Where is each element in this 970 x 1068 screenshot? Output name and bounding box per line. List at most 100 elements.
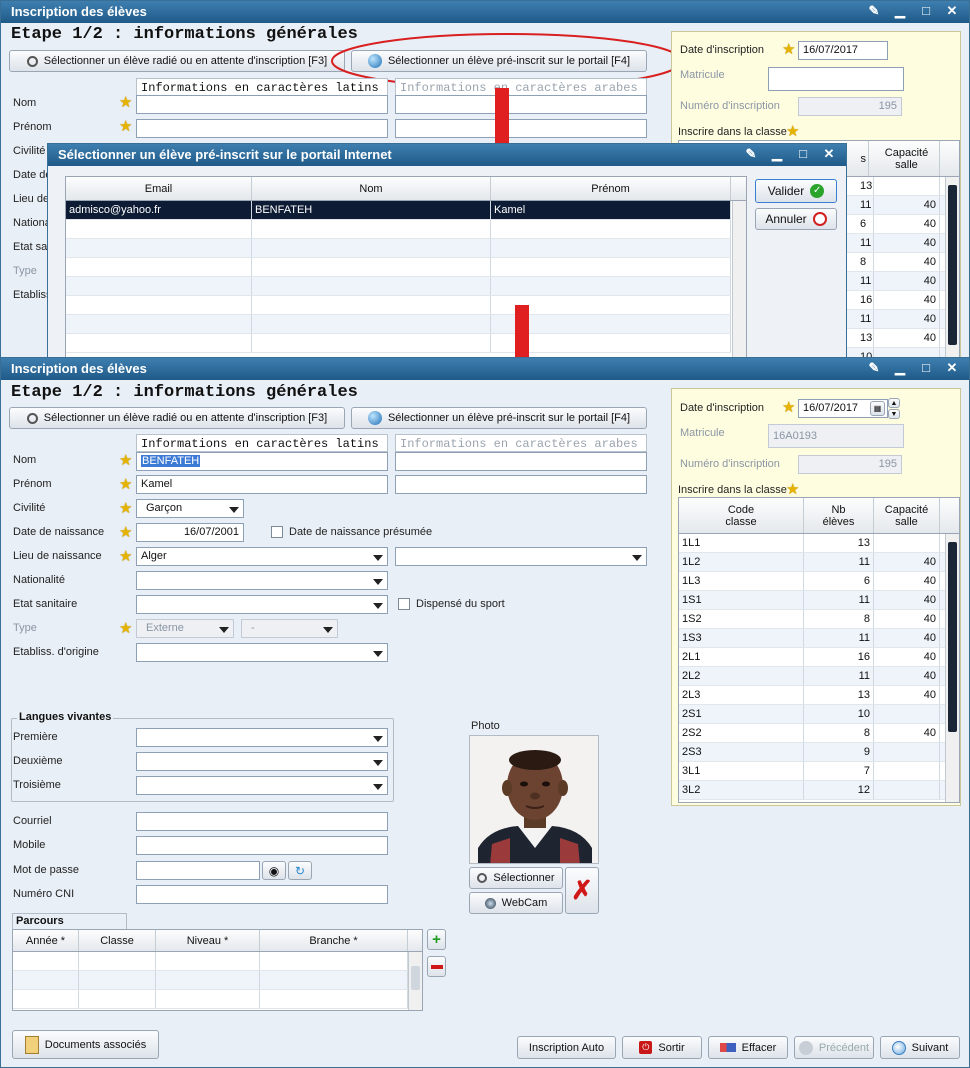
required-star-icon: ★	[119, 524, 133, 541]
date-inscription-input-top[interactable]: 16/07/2017	[798, 41, 888, 60]
date-naissance-input[interactable]: 16/07/2001	[136, 523, 244, 542]
classes-scrollbar[interactable]	[945, 534, 959, 802]
premiere-select[interactable]	[136, 728, 388, 747]
class-row[interactable]: 3L2 12	[679, 781, 947, 800]
col-annee[interactable]: Année *	[13, 930, 79, 951]
broom-icon[interactable]: ✎	[863, 359, 885, 377]
deuxieme-select[interactable]	[136, 752, 388, 771]
class-row[interactable]: 2L2 11 40	[679, 667, 947, 686]
parcours-scrollbar[interactable]	[408, 952, 422, 1010]
civilite-label: Civilité	[13, 502, 46, 514]
etabliss-select[interactable]	[136, 643, 388, 662]
preinscrit-grid[interactable]: Email Nom Prénom admisco@yahoo.fr BENFAT…	[65, 176, 747, 359]
select-photo-button[interactable]: Sélectionner	[469, 867, 563, 889]
dialog-scrollbar[interactable]	[732, 201, 746, 358]
col-niveau[interactable]: Niveau *	[156, 930, 260, 951]
class-row[interactable]: 1S3 11 40	[679, 629, 947, 648]
class-row[interactable]: 3L1 7	[679, 762, 947, 781]
student-photo	[469, 735, 599, 864]
parcours-grid[interactable]: Année * Classe Niveau * Branche *	[12, 929, 423, 1011]
class-row[interactable]: 2L3 13 40	[679, 686, 947, 705]
inscription-auto-button[interactable]: Inscription Auto	[517, 1036, 616, 1059]
minimize-icon[interactable]: ▁	[766, 145, 788, 163]
nationalite-select[interactable]	[136, 571, 388, 590]
prenom-input[interactable]: Kamel	[136, 475, 388, 494]
nom-input-top[interactable]	[136, 95, 388, 114]
effacer-button[interactable]: Effacer	[708, 1036, 788, 1059]
maximize-icon[interactable]: □	[792, 145, 814, 163]
close-icon[interactable]: ✕	[941, 2, 963, 20]
classes-scrollbar-top[interactable]	[945, 177, 959, 359]
nom-input[interactable]: BENFATEH	[136, 452, 388, 471]
date-presumee-checkbox[interactable]	[271, 526, 283, 538]
col-nb-eleves[interactable]: Nb élèves	[804, 498, 874, 533]
documents-button[interactable]: Documents associés	[12, 1030, 159, 1059]
calendar-button[interactable]: ▦	[870, 401, 885, 416]
class-row[interactable]: 1S2 8 40	[679, 610, 947, 629]
maximize-icon[interactable]: □	[915, 2, 937, 20]
lieu-naissance-select[interactable]: Alger	[136, 547, 388, 566]
prenom-arabic-input[interactable]	[395, 475, 647, 494]
class-row[interactable]: 2S3 9	[679, 743, 947, 762]
col-branche[interactable]: Branche *	[260, 930, 408, 951]
col-nom[interactable]: Nom	[252, 177, 491, 200]
cni-label: Numéro CNI	[13, 888, 75, 900]
class-row[interactable]: 2S2 8 40	[679, 724, 947, 743]
parcours-row[interactable]	[13, 990, 408, 1009]
annuler-button[interactable]: Annuler	[755, 208, 837, 230]
close-icon[interactable]: ✕	[941, 359, 963, 377]
select-radie-button[interactable]: Sélectionner un élève radié ou en attent…	[9, 407, 345, 429]
cni-input[interactable]	[136, 885, 388, 904]
class-row[interactable]: 1L3 6 40	[679, 572, 947, 591]
minimize-icon[interactable]: ▁	[889, 2, 911, 20]
mot-de-passe-input[interactable]	[136, 861, 260, 880]
class-row[interactable]: 2L1 16 40	[679, 648, 947, 667]
date-spinner-up[interactable]: ▲	[888, 398, 900, 408]
suivant-button[interactable]: Suivant	[880, 1036, 960, 1059]
col-capacite-salle[interactable]: Capacité salle	[874, 498, 940, 533]
maximize-icon[interactable]: □	[915, 359, 937, 377]
classes-grid[interactable]: Code classe Nb élèves Capacité salle 1L1…	[678, 497, 960, 803]
prenom-arabic-input-top[interactable]	[395, 119, 647, 138]
sortir-button[interactable]: ⏻ Sortir	[622, 1036, 702, 1059]
col-code-classe[interactable]: Code classe	[679, 498, 804, 533]
nom-arabic-input[interactable]	[395, 452, 647, 471]
dispense-checkbox[interactable]	[398, 598, 410, 610]
class-row[interactable]: 1S1 11 40	[679, 591, 947, 610]
broom-icon[interactable]: ✎	[863, 2, 885, 20]
select-preinscrit-button[interactable]: Sélectionner un élève pré-inscrit sur le…	[351, 407, 647, 429]
required-star-icon: ★	[786, 481, 800, 498]
mobile-input[interactable]	[136, 836, 388, 855]
delete-photo-button[interactable]: ✗	[565, 867, 599, 914]
select-radie-button[interactable]: Sélectionner un élève radié ou en attent…	[9, 50, 345, 72]
class-row[interactable]: 1L1 13	[679, 534, 947, 553]
webcam-button[interactable]: WebCam	[469, 892, 563, 914]
parcours-row[interactable]	[13, 971, 408, 990]
broom-icon[interactable]: ✎	[740, 145, 762, 163]
date-spinner-down[interactable]: ▼	[888, 409, 900, 419]
generate-password-button[interactable]: ↻	[288, 861, 312, 880]
lieu-naissance-arabic-select[interactable]	[395, 547, 647, 566]
nom-arabic-input-top[interactable]	[395, 95, 647, 114]
troisieme-select[interactable]	[136, 776, 388, 795]
parcours-row[interactable]	[13, 952, 408, 971]
valider-button[interactable]: Valider ✓	[755, 179, 837, 203]
minimize-icon[interactable]: ▁	[889, 359, 911, 377]
remove-parcours-button[interactable]	[427, 956, 446, 977]
class-nb: 10	[804, 705, 874, 723]
prenom-input-top[interactable]	[136, 119, 388, 138]
show-password-button[interactable]: ◉	[262, 861, 286, 880]
close-icon[interactable]: ✕	[818, 145, 840, 163]
matricule-input-top[interactable]	[768, 67, 904, 91]
etat-sanitaire-select[interactable]	[136, 595, 388, 614]
class-row[interactable]: 2S1 10	[679, 705, 947, 724]
col-prenom[interactable]: Prénom	[491, 177, 731, 200]
civilite-select[interactable]: Garçon	[136, 499, 244, 518]
col-email[interactable]: Email	[66, 177, 252, 200]
class-code: 2S2	[679, 724, 804, 742]
col-classe[interactable]: Classe	[79, 930, 156, 951]
preinscrit-row[interactable]: admisco@yahoo.fr BENFATEH Kamel	[66, 201, 731, 220]
add-parcours-button[interactable]: +	[427, 929, 446, 950]
class-row[interactable]: 1L2 11 40	[679, 553, 947, 572]
courriel-input[interactable]	[136, 812, 388, 831]
